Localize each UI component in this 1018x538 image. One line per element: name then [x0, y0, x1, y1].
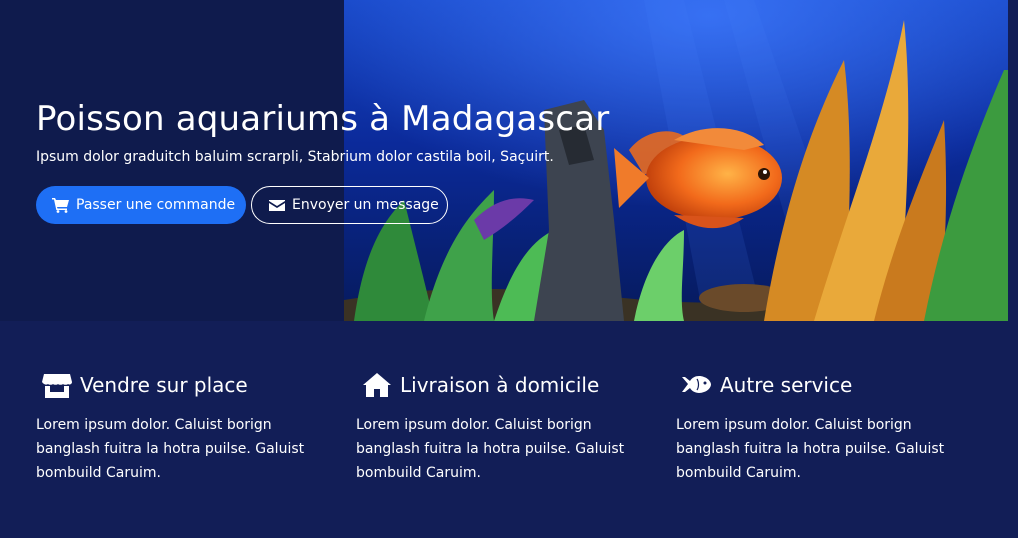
cart-icon: [52, 197, 70, 213]
message-button-label: Envoyer un message: [292, 197, 439, 213]
hero-edge: [1008, 0, 1018, 321]
feature-other-service: Autre service Lorem ipsum dolor. Caluist…: [676, 369, 982, 485]
feature-title: Vendre sur place: [80, 373, 248, 397]
feature-description: Lorem ipsum dolor. Caluist borign bangla…: [356, 417, 625, 481]
feature-home-delivery: Livraison à domicile Lorem ipsum dolor. …: [356, 369, 662, 485]
message-button[interactable]: Envoyer un message: [251, 186, 448, 224]
page-title: Poisson aquariums à Madagascar: [36, 99, 610, 139]
hero-section: Poisson aquariums à Madagascar Ipsum dol…: [0, 0, 1018, 321]
hero-subtitle: Ipsum dolor graduitch baluim scrarpli, S…: [36, 149, 554, 165]
hero-text-block: Poisson aquariums à Madagascar Ipsum dol…: [36, 96, 656, 166]
fish-icon: [682, 372, 712, 398]
envelope-icon: [268, 197, 286, 213]
feature-onsite-sales: Vendre sur place Lorem ipsum dolor. Calu…: [36, 369, 342, 485]
features-section: Vendre sur place Lorem ipsum dolor. Calu…: [0, 321, 1018, 538]
order-button[interactable]: Passer une commande: [36, 186, 246, 224]
feature-description: Lorem ipsum dolor. Caluist borign bangla…: [36, 417, 305, 481]
home-icon: [362, 372, 392, 398]
feature-description: Lorem ipsum dolor. Caluist borign bangla…: [676, 417, 945, 481]
store-icon: [42, 372, 72, 398]
feature-title: Autre service: [720, 373, 853, 397]
feature-title: Livraison à domicile: [400, 373, 600, 397]
hero-buttons: Passer une commande Envoyer un message: [36, 186, 448, 224]
order-button-label: Passer une commande: [76, 197, 236, 213]
